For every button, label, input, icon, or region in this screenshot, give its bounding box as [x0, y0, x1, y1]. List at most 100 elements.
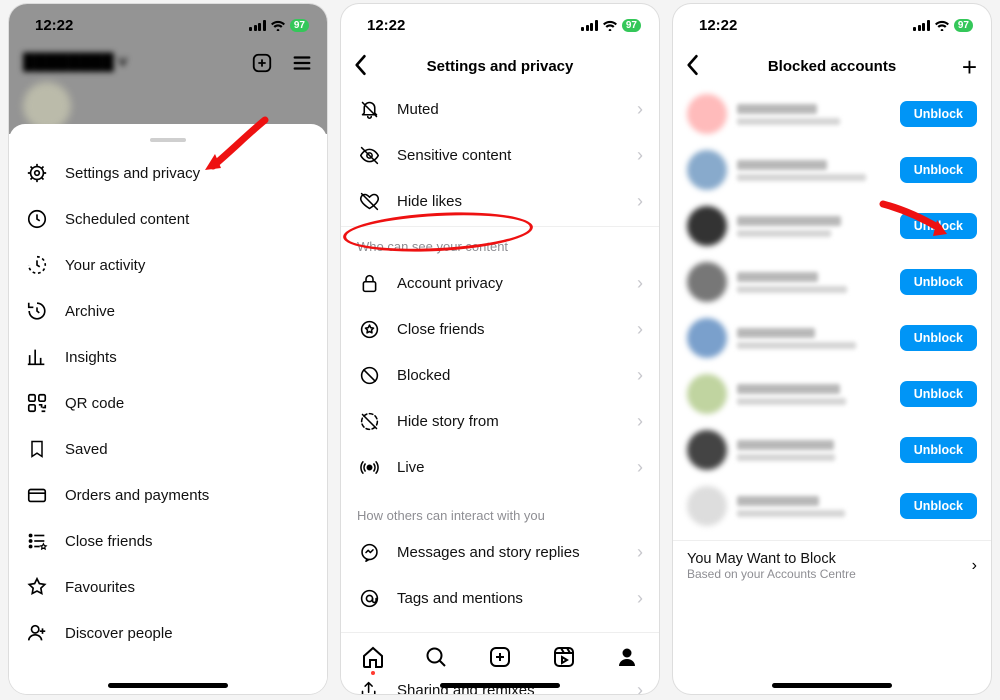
row-label: Close friends	[397, 321, 637, 338]
settings-row-hide-story-from[interactable]: Hide story from ›	[341, 398, 659, 444]
blocked-account-row[interactable]: Unblock	[673, 254, 991, 310]
unblock-button[interactable]: Unblock	[900, 381, 977, 407]
chevron-right-icon: ›	[637, 99, 643, 120]
may-want-to-block-row[interactable]: You May Want to Block Based on your Acco…	[673, 540, 991, 591]
wifi-icon	[934, 19, 950, 31]
nav-home-icon[interactable]	[361, 645, 385, 669]
settings-row-sensitive-content[interactable]: Sensitive content ›	[341, 132, 659, 178]
menu-insights[interactable]: Insights	[9, 334, 327, 380]
home-indicator[interactable]	[772, 683, 892, 688]
row-label: Hide story from	[397, 413, 637, 430]
hamburger-menu-icon[interactable]	[291, 52, 313, 74]
menu-settings-privacy[interactable]: Settings and privacy	[9, 150, 327, 196]
status-time: 12:22	[699, 17, 737, 34]
settings-row-close-friends[interactable]: Close friends ›	[341, 306, 659, 352]
menu-saved[interactable]: Saved	[9, 426, 327, 472]
menu-label: QR code	[65, 395, 311, 412]
unblock-button[interactable]: Unblock	[900, 325, 977, 351]
star-circle-icon	[357, 317, 381, 341]
blocked-account-row[interactable]: Unblock	[673, 142, 991, 198]
status-icons: 97	[581, 19, 641, 32]
menu-qr-code[interactable]: QR code	[9, 380, 327, 426]
unblock-button[interactable]: Unblock	[900, 101, 977, 127]
insights-icon	[25, 345, 49, 369]
battery-icon: 97	[622, 19, 641, 32]
row-label: Hide likes	[397, 193, 637, 210]
add-blocked-button[interactable]: +	[962, 52, 977, 83]
unblock-button[interactable]: Unblock	[900, 213, 977, 239]
chevron-right-icon: ›	[637, 411, 643, 432]
blocked-account-row[interactable]: Unblock	[673, 478, 991, 534]
page-title: Settings and privacy	[427, 58, 574, 75]
nav-search-icon[interactable]	[424, 645, 448, 669]
blocked-account-row[interactable]: Unblock	[673, 310, 991, 366]
create-post-icon[interactable]	[251, 52, 273, 74]
wifi-icon	[270, 19, 286, 31]
eye-off-icon	[357, 143, 381, 167]
unblock-button[interactable]: Unblock	[900, 437, 977, 463]
settings-row-account-privacy[interactable]: Account privacy ›	[341, 260, 659, 306]
settings-row-live[interactable]: Live ›	[341, 444, 659, 490]
menu-orders-payments[interactable]: Orders and payments	[9, 472, 327, 518]
menu-close-friends[interactable]: Close friends	[9, 518, 327, 564]
page-title: Blocked accounts	[768, 58, 896, 75]
menu-archive[interactable]: Archive	[9, 288, 327, 334]
blocked-account-row[interactable]: Unblock	[673, 366, 991, 422]
back-button[interactable]	[685, 54, 699, 76]
menu-label: Favourites	[65, 579, 311, 596]
avatar	[687, 374, 727, 414]
menu-label: Discover people	[65, 625, 311, 642]
home-indicator[interactable]	[440, 683, 560, 688]
profile-avatar-blurred	[23, 82, 71, 130]
blocked-icon	[357, 363, 381, 387]
settings-row-blocked[interactable]: Blocked ›	[341, 352, 659, 398]
screen-header: Blocked accounts +	[673, 46, 991, 86]
home-indicator[interactable]	[108, 683, 228, 688]
sheet-grabber[interactable]	[150, 138, 186, 142]
unblock-button[interactable]: Unblock	[900, 493, 977, 519]
profile-username: ████████ ˅	[23, 54, 127, 72]
nav-profile-icon[interactable]	[615, 645, 639, 669]
row-label: Muted	[397, 101, 637, 118]
phone-screen-2: 12:22 97 Settings and privacy Muted › Se…	[341, 4, 659, 694]
messenger-icon	[357, 540, 381, 564]
blocked-account-row[interactable]: Unblock	[673, 422, 991, 478]
avatar	[687, 262, 727, 302]
menu-scheduled-content[interactable]: Scheduled content	[9, 196, 327, 242]
story-off-icon	[357, 409, 381, 433]
star-icon	[25, 575, 49, 599]
tag-icon	[357, 586, 381, 610]
chevron-right-icon: ›	[637, 680, 643, 695]
menu-discover-people[interactable]: Discover people	[9, 610, 327, 656]
lock-icon	[357, 271, 381, 295]
avatar	[687, 206, 727, 246]
menu-favourites[interactable]: Favourites	[9, 564, 327, 610]
bell-off-icon	[357, 97, 381, 121]
blocked-account-row[interactable]: Unblock	[673, 198, 991, 254]
signal-icon	[249, 20, 266, 31]
section-how-interact: How others can interact with you	[341, 498, 659, 529]
back-button[interactable]	[353, 54, 367, 76]
share-icon	[357, 678, 381, 694]
heart-off-icon	[357, 189, 381, 213]
nav-reels-icon[interactable]	[552, 645, 576, 669]
nav-create-icon[interactable]	[488, 645, 512, 669]
chevron-right-icon: ›	[637, 145, 643, 166]
signal-icon	[913, 20, 930, 31]
bookmark-icon	[25, 437, 49, 461]
settings-row-muted[interactable]: Muted ›	[341, 86, 659, 132]
unblock-button[interactable]: Unblock	[900, 157, 977, 183]
menu-label: Close friends	[65, 533, 311, 550]
unblock-button[interactable]: Unblock	[900, 269, 977, 295]
account-text	[737, 440, 890, 461]
settings-row-hide-likes[interactable]: Hide likes ›	[341, 178, 659, 224]
settings-row-tags-and-mentions[interactable]: Tags and mentions ›	[341, 575, 659, 621]
blocked-account-row[interactable]: Unblock	[673, 86, 991, 142]
qr-icon	[25, 391, 49, 415]
phone-screen-3: 12:22 97 Blocked accounts + Unblock Unbl…	[673, 4, 991, 694]
menu-your-activity[interactable]: Your activity	[9, 242, 327, 288]
may-block-subtitle: Based on your Accounts Centre	[687, 567, 972, 581]
settings-row-messages-and-story-replies[interactable]: Messages and story replies ›	[341, 529, 659, 575]
avatar	[687, 318, 727, 358]
chevron-right-icon: ›	[637, 365, 643, 386]
